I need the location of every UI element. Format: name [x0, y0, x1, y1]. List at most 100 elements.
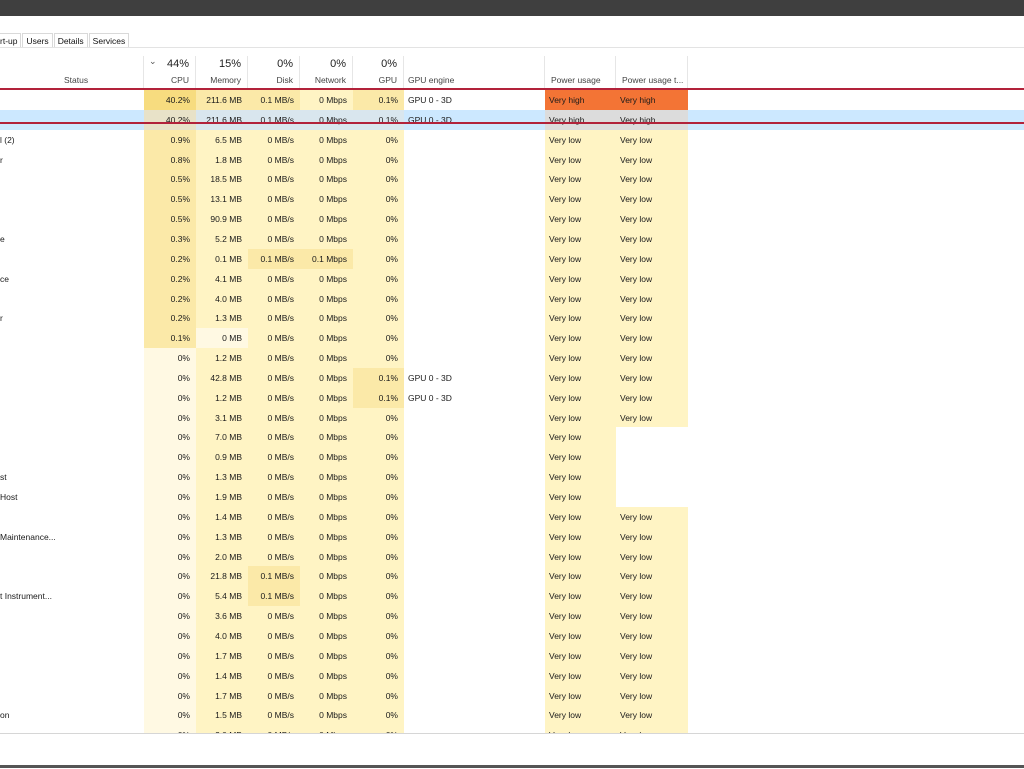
cell-pow: Very low — [545, 625, 616, 646]
gpu-engine-label: GPU engine — [408, 75, 455, 85]
cell-name: Maintenance... — [0, 531, 56, 542]
network-total: 0% — [330, 58, 346, 70]
table-row[interactable]: Maintenance... 0% 1.3 MB 0 MB/s 0 Mbps 0% Very… — [0, 526, 1024, 547]
table-row[interactable]: 0% 1.7 MB 0 MB/s 0 Mbps 0% Very low Very low — [0, 645, 1024, 666]
column-header-gpu-engine[interactable]: GPU engine — [404, 56, 545, 88]
cell-eng — [404, 626, 545, 646]
cell-net: 0 Mbps — [300, 546, 353, 567]
table-row[interactable]: 0% 1.2 MB 0 MB/s 0 Mbps 0.1% GPU 0 - 3D Very l… — [0, 387, 1024, 408]
cell-mem: 13.1 MB — [196, 189, 248, 210]
cell-mem: 5.2 MB — [196, 228, 248, 249]
column-header-disk[interactable]: 0% Disk — [248, 56, 300, 88]
table-row[interactable]: e 0.3% 5.2 MB 0 MB/s 0 Mbps 0% Very low Very lo… — [0, 228, 1024, 249]
cell-cpu: 0.3% — [144, 228, 196, 249]
cell-pow: Very high — [545, 109, 616, 130]
cpu-label: CPU — [171, 75, 189, 85]
table-row[interactable]: ce 0.2% 4.1 MB 0 MB/s 0 Mbps 0% Very low Very l… — [0, 268, 1024, 289]
table-row[interactable]: t Instrument... 0% 5.4 MB 0.1 MB/s 0 Mbps 0% V… — [0, 586, 1024, 607]
cell-pow: Very low — [545, 308, 616, 329]
cell-net: 0 Mbps — [300, 566, 353, 587]
table-row[interactable]: l (2) 0.9% 6.5 MB 0 MB/s 0 Mbps 0% Very low Ver… — [0, 129, 1024, 150]
cell-disk: 0 MB/s — [248, 447, 300, 468]
cell-eng: GPU 0 - 3D — [408, 392, 452, 403]
cell-cpu: 0.2% — [144, 288, 196, 309]
cell-mem: 1.2 MB — [196, 387, 248, 408]
cell-mem: 1.3 MB — [196, 467, 248, 488]
cell-trend: Very low — [616, 288, 688, 309]
cell-trend — [616, 447, 688, 468]
table-row[interactable]: 0% 1.4 MB 0 MB/s 0 Mbps 0% Very low Very low — [0, 506, 1024, 527]
cell-disk: 0 MB/s — [248, 645, 300, 666]
cell-pow: Very low — [545, 387, 616, 408]
cell-net: 0 Mbps — [300, 427, 353, 448]
table-row[interactable]: on 0% 1.5 MB 0 MB/s 0 Mbps 0% Very low Very low — [0, 705, 1024, 726]
cell-net: 0 Mbps — [300, 645, 353, 666]
cell-net: 0 Mbps — [300, 625, 353, 646]
table-row[interactable]: 40.2% 211.6 MB 0.1 MB/s 0 Mbps 0.1% GPU 0 - 3… — [0, 90, 1024, 110]
table-row[interactable]: 0.5% 90.9 MB 0 MB/s 0 Mbps 0% Very low Very lo… — [0, 209, 1024, 230]
table-row[interactable]: 0.5% 13.1 MB 0 MB/s 0 Mbps 0% Very low Very lo… — [0, 189, 1024, 210]
table-row[interactable]: 0% 1.2 MB 0 MB/s 0 Mbps 0% Very low Very low — [0, 348, 1024, 369]
table-row[interactable]: 0.2% 0.1 MB 0.1 MB/s 0.1 Mbps 0% Very low Very… — [0, 248, 1024, 269]
table-row[interactable]: Host 0% 1.9 MB 0 MB/s 0 Mbps 0% Very low — [0, 487, 1024, 507]
tab-users[interactable]: Users — [22, 33, 53, 48]
table-row[interactable]: 0% 7.0 MB 0 MB/s 0 Mbps 0% Very low — [0, 427, 1024, 448]
cell-cpu: 0% — [144, 348, 196, 369]
cell-pow: Very low — [545, 665, 616, 686]
table-row[interactable]: r 0.2% 1.3 MB 0 MB/s 0 Mbps 0% Very low Very lo… — [0, 308, 1024, 329]
table-row[interactable]: 0%2.0 MB0 MB/s0 Mbps0%Very lowVery low — [0, 546, 1024, 567]
table-row[interactable]: 0% 4.0 MB 0 MB/s 0 Mbps 0% Very low Very low — [0, 625, 1024, 646]
cell-eng — [404, 527, 545, 547]
column-header-gpu[interactable]: 0% GPU — [353, 56, 404, 88]
column-header-power-trend[interactable]: Power usage t... — [616, 56, 688, 88]
column-header-network[interactable]: 0% Network — [300, 56, 353, 88]
table-row[interactable]: 0.5% 18.5 MB 0 MB/s 0 Mbps 0% Very low Very lo… — [0, 169, 1024, 190]
cell-name — [0, 289, 58, 309]
table-row[interactable]: st 0% 1.3 MB 0 MB/s 0 Mbps 0% Very low — [0, 467, 1024, 488]
cell-gpu: 0% — [353, 685, 404, 706]
table-row[interactable]: r 0.8% 1.8 MB 0 MB/s 0 Mbps 0% Very low Very lo… — [0, 149, 1024, 170]
column-header-status-label: Status — [64, 75, 89, 85]
gpu-total: 0% — [381, 58, 397, 70]
table-row[interactable]: 0% 3.6 MB 0 MB/s 0 Mbps 0% Very low Very low — [0, 606, 1024, 627]
cell-disk: 0 MB/s — [248, 467, 300, 488]
table-row[interactable]: 0% 1.7 MB 0 MB/s 0 Mbps 0% Very low Very low — [0, 685, 1024, 706]
cell-name — [0, 447, 58, 467]
cell-trend: Very low — [616, 348, 688, 369]
cell-trend: Very low — [616, 645, 688, 666]
footer-bar — [0, 733, 1024, 769]
cell-mem: 1.9 MB — [196, 487, 248, 507]
cell-mem: 21.8 MB — [196, 566, 248, 587]
table-row[interactable]: 0% 21.8 MB 0.1 MB/s 0 Mbps 0% Very low Very lo… — [0, 566, 1024, 587]
tab-startup[interactable]: rt-up — [0, 33, 22, 48]
cell-net: 0 Mbps — [300, 129, 353, 150]
cell-mem: 18.5 MB — [196, 169, 248, 190]
tab-details[interactable]: Details — [53, 33, 88, 48]
column-header-power-usage[interactable]: Power usage — [545, 56, 616, 88]
table-row[interactable]: 0% 0.9 MB 0 MB/s 0 Mbps 0% Very low — [0, 447, 1024, 468]
table-row[interactable]: 0% 42.8 MB 0 MB/s 0 Mbps 0.1% GPU 0 - 3D Very … — [0, 367, 1024, 388]
tab-services[interactable]: Services — [88, 33, 130, 48]
table-row[interactable]: 0% 3.1 MB 0 MB/s 0 Mbps 0% Very low Very low — [0, 407, 1024, 428]
cell-pow: Very low — [545, 367, 616, 388]
column-header-memory[interactable]: 15% Memory — [196, 56, 248, 88]
cell-trend: Very low — [616, 606, 688, 627]
cell-name — [0, 328, 58, 348]
cell-pow: Very low — [545, 645, 616, 666]
cell-trend: Very low — [616, 328, 688, 349]
cell-disk: 0 MB/s — [248, 606, 300, 627]
cell-name: e — [0, 233, 5, 244]
cell-trend — [616, 487, 688, 507]
cell-trend: Very low — [616, 169, 688, 190]
cell-pow: Very low — [545, 248, 616, 269]
cell-name: r — [0, 313, 3, 324]
table-row[interactable]: 40.2% 211.6 MB 0.1 MB/s 0 Mbps 0.1% GPU 0 - 3… — [0, 109, 1024, 130]
column-header-cpu[interactable]: ⌄ 44% CPU — [144, 56, 196, 88]
table-row[interactable]: 0% 1.4 MB 0 MB/s 0 Mbps 0% Very low Very low — [0, 665, 1024, 686]
table-row[interactable]: 0.2% 4.0 MB 0 MB/s 0 Mbps 0% Very low Very low — [0, 288, 1024, 309]
cell-gpu: 0% — [353, 308, 404, 329]
table-row[interactable]: 0.1% 0 MB 0 MB/s 0 Mbps 0% Very low Very low — [0, 328, 1024, 349]
cell-name — [0, 110, 58, 130]
column-header-status[interactable]: Status — [58, 56, 144, 88]
cell-name — [0, 348, 58, 368]
